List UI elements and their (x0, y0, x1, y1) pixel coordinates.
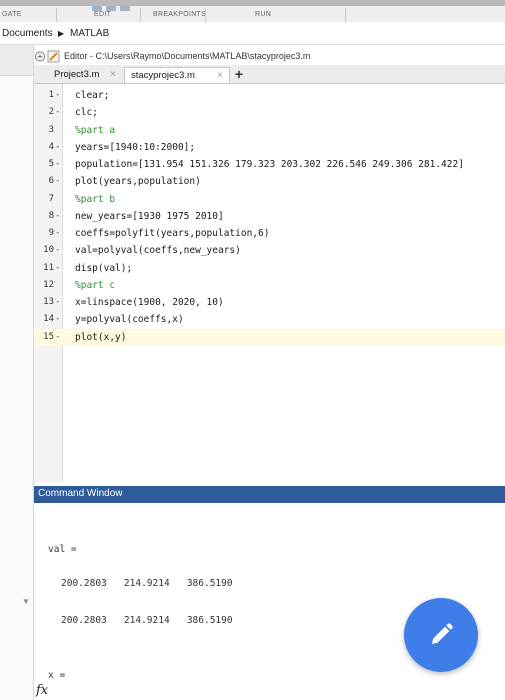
code-line[interactable]: 10- val=polyval(coeffs,new_years) (34, 242, 505, 259)
code-line[interactable]: 3 %part a (34, 122, 505, 139)
breakpoint-marker[interactable]: - (55, 329, 60, 346)
code-line[interactable]: 6- plot(years,population) (34, 173, 505, 190)
line-number: 5 (48, 159, 54, 169)
pencil-icon (432, 623, 453, 644)
code-text: y=polyval(coeffs,x) (75, 314, 184, 326)
toolstrip: GATE EDIT BREAKPOINTS RUN (0, 0, 505, 22)
code-line[interactable]: 9- coeffs=polyfit(years,population,6) (34, 225, 505, 242)
code-text: val=polyval(coeffs,new_years) (75, 245, 241, 257)
close-icon[interactable]: × (110, 69, 116, 80)
code-line[interactable]: 14- y=polyval(coeffs,x) (34, 311, 505, 328)
code-text: new_years=[1930 1975 2010] (75, 210, 224, 222)
divider (56, 8, 57, 22)
line-number: 9 (48, 228, 54, 238)
line-number: 13 (43, 297, 54, 307)
line-number: 6 (48, 176, 54, 187)
code-text: clc; (75, 107, 98, 119)
add-tab-button[interactable]: + (232, 66, 246, 82)
fx-icon[interactable]: fx (36, 683, 48, 698)
toolstrip-section-edit: EDIT (94, 11, 112, 18)
code-line[interactable]: 4- years=[1940:10:2000]; (34, 139, 505, 156)
code-line[interactable]: 15- plot(x,y) (34, 328, 505, 346)
editor-icons (34, 50, 62, 65)
breakpoint-marker[interactable]: - (55, 208, 60, 225)
code-line[interactable]: 2- clc; (34, 104, 505, 121)
editor-title: Editor - C:\Users\Raymo\Documents\MATLAB… (64, 51, 311, 61)
code-text: disp(val); (75, 262, 133, 274)
code-text: %part c (75, 279, 116, 291)
path-item-documents[interactable]: Documents (2, 28, 53, 39)
breakpoint-marker[interactable]: - (55, 294, 60, 311)
code-text: plot(years,population) (75, 176, 201, 188)
breakpoint-marker[interactable]: - (55, 87, 60, 104)
tab-project3[interactable]: Project3.m × (48, 67, 122, 83)
breakpoint-marker[interactable]: - (55, 104, 60, 121)
code-text: %part b (75, 193, 116, 205)
breakpoint-marker[interactable]: - (55, 225, 60, 242)
line-number: 7 (48, 193, 54, 204)
toolstrip-section-run: RUN (255, 11, 272, 18)
code-text: coeffs=polyfit(years,population,6) (75, 228, 270, 239)
breakpoint-marker[interactable]: - (55, 173, 60, 190)
code-line[interactable]: 11- disp(val); (34, 260, 505, 277)
current-folder-panel: ▼ (0, 45, 34, 700)
code-line[interactable]: 5- population=[131.954 151.326 179.323 20… (34, 156, 505, 173)
tab-label: Project3.m (54, 69, 100, 80)
output-line: x = (48, 670, 66, 681)
command-window-title: Command Window (38, 488, 123, 499)
breakpoint-marker[interactable]: - (55, 139, 60, 156)
command-window-header[interactable]: Command Window (34, 486, 505, 503)
code-text: years=[1940:10:2000]; (75, 141, 196, 153)
line-number: 15 (43, 331, 54, 342)
code-line[interactable]: 13- x=linspace(1900, 2020, 10) (34, 294, 505, 311)
line-number: 3 (48, 124, 54, 135)
tab-label: stacyprojec3.m (131, 70, 195, 81)
line-number: 4 (48, 141, 54, 152)
code-line[interactable]: 1- clear; (34, 87, 505, 104)
editor-titlebar: Editor - C:\Users\Raymo\Documents\MATLAB… (34, 50, 505, 64)
toolstrip-icon[interactable] (120, 6, 130, 11)
output-line: 200.2803 214.9214 386.5190 (61, 615, 233, 626)
code-text: x=linspace(1900, 2020, 10) (75, 297, 224, 308)
code-text: %part a (75, 124, 116, 136)
line-number: 11 (43, 262, 54, 273)
line-number: 14 (43, 314, 54, 325)
line-number: 12 (43, 279, 54, 290)
code-editor[interactable]: 1- clear; 2- clc; 3 %part a 4- years=[1940:10:2… (34, 84, 505, 482)
output-line: 200.2803 214.9214 386.5190 (61, 578, 233, 589)
code-line[interactable]: 12 %part c (34, 277, 505, 294)
editor-tab-bar: Project3.m × stacyprojec3.m × + (34, 65, 505, 84)
path-separator-icon: ▶ (58, 29, 65, 38)
breakpoint-marker[interactable]: - (55, 156, 60, 173)
divider (205, 8, 206, 22)
toolstrip-top-bar (0, 0, 505, 6)
line-number: 1 (48, 90, 54, 100)
path-item-matlab[interactable]: MATLAB (70, 28, 109, 39)
line-number: 2 (48, 107, 54, 118)
chevron-down-icon[interactable]: ▼ (22, 597, 30, 606)
toolstrip-section-navigate: GATE (2, 11, 22, 18)
close-icon[interactable]: × (217, 70, 223, 81)
edit-button[interactable] (404, 598, 478, 672)
panel-header (0, 45, 33, 76)
breakpoint-marker[interactable]: - (55, 242, 60, 259)
line-number: 10 (43, 245, 54, 256)
breakpoint-marker[interactable]: - (55, 260, 60, 277)
code-line[interactable]: 8- new_years=[1930 1975 2010] (34, 208, 505, 225)
code-line[interactable]: 7 %part b (34, 191, 505, 208)
code-text: plot(x,y) (75, 331, 127, 343)
output-line: val = (48, 544, 77, 555)
divider (140, 8, 141, 22)
code-text: clear; (75, 90, 110, 101)
line-number: 8 (48, 210, 54, 221)
code-text: population=[131.954 151.326 179.323 203.… (75, 159, 464, 170)
current-folder-path: Documents ▶ MATLAB (0, 24, 505, 45)
divider (345, 8, 346, 22)
toolstrip-section-breakpoints: BREAKPOINTS (153, 11, 207, 18)
tab-stacyprojec3[interactable]: stacyprojec3.m × (124, 67, 230, 83)
breakpoint-marker[interactable]: - (55, 311, 60, 328)
